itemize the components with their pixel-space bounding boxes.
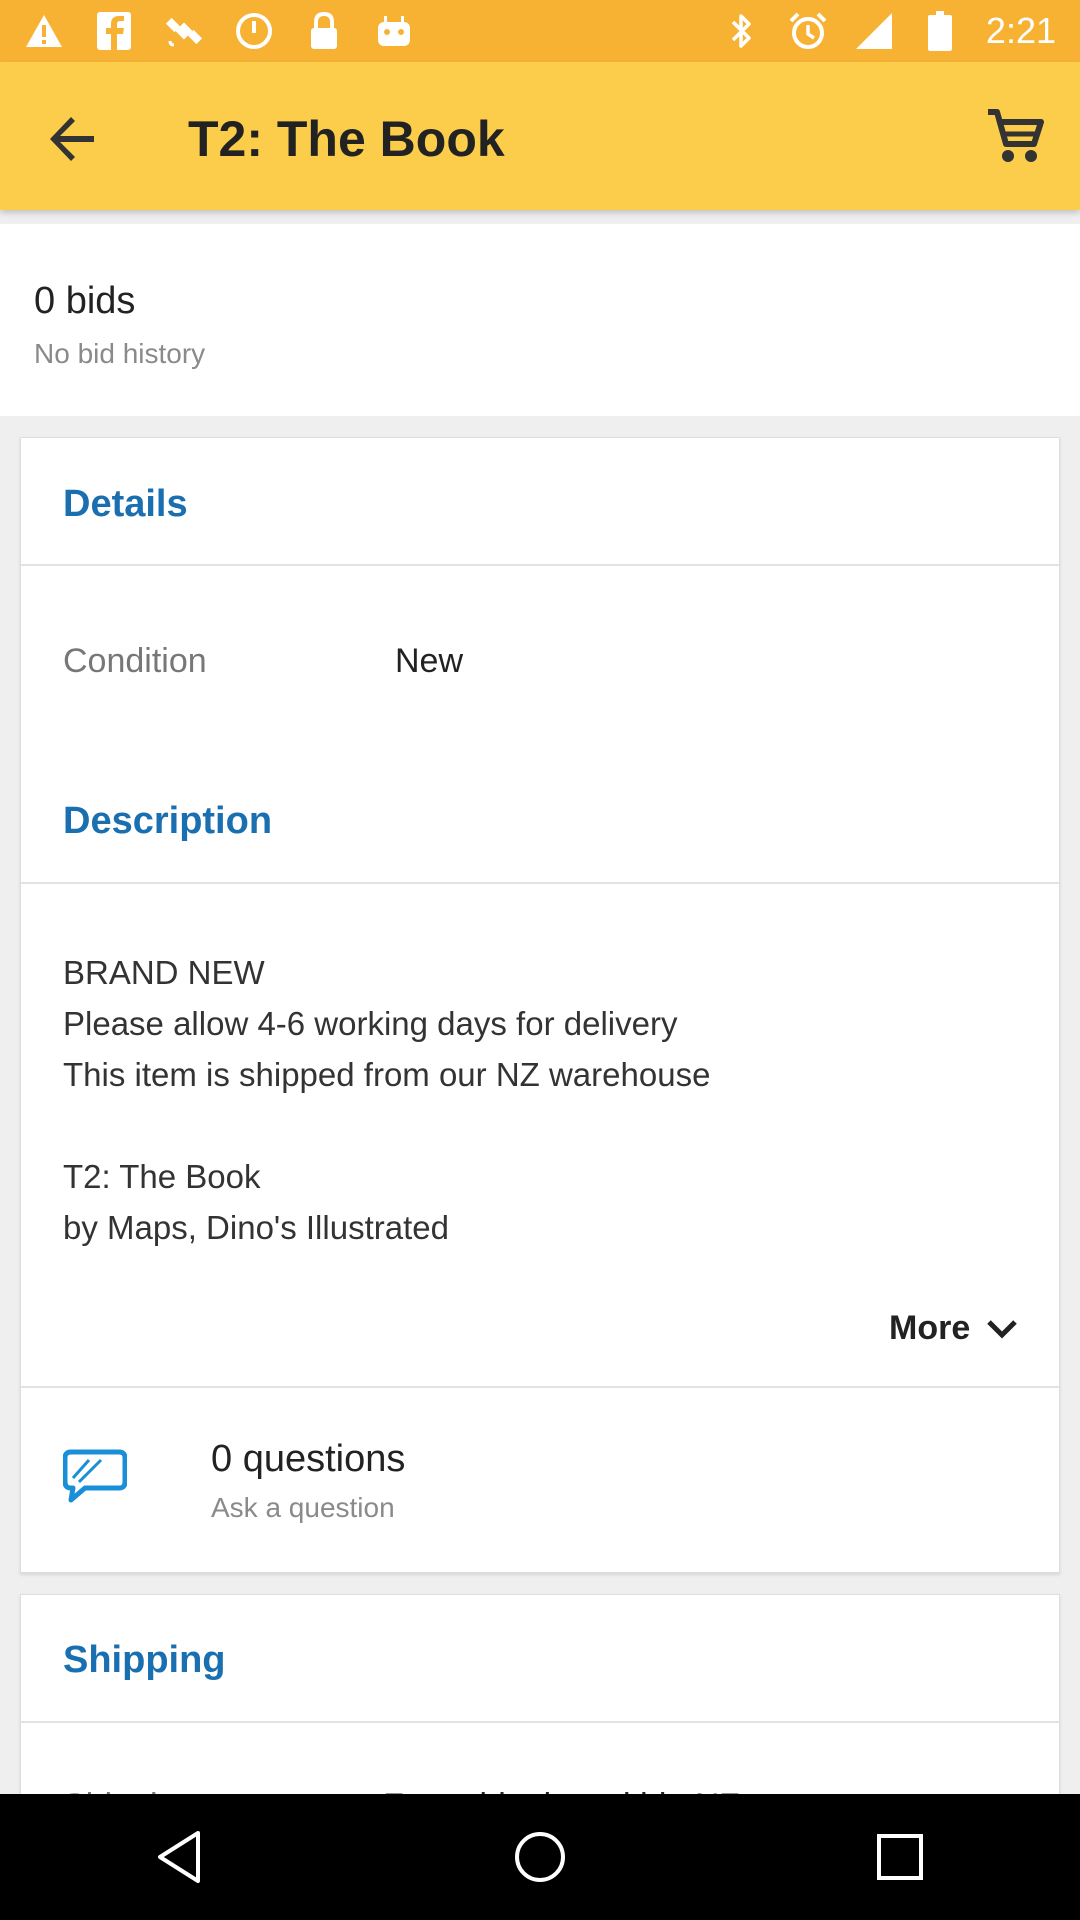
- bids-count: 0 bids: [34, 280, 136, 322]
- bluetooth-icon: [722, 11, 762, 51]
- more-label: More: [889, 1309, 971, 1347]
- divider: [21, 564, 1059, 566]
- lock-icon: [304, 11, 344, 51]
- battery-icon: [920, 11, 960, 51]
- status-system: 2:21: [722, 10, 1056, 52]
- shipping-heading: Shipping: [63, 1639, 226, 1681]
- description-heading: Description: [63, 800, 273, 842]
- status-bar: 2:21: [0, 0, 1080, 62]
- bid-history-text: No bid history: [34, 338, 206, 369]
- back-button[interactable]: [40, 106, 106, 172]
- status-time: 2:21: [985, 10, 1056, 51]
- details-card: Details Condition New Description BRAND …: [20, 437, 1060, 1573]
- questions-count: 0 questions: [211, 1438, 406, 1480]
- description-line: This item is shipped from our NZ warehou…: [63, 1056, 711, 1093]
- description-line: T2: The Book: [63, 1158, 261, 1195]
- ask-question-link[interactable]: Ask a question: [211, 1492, 395, 1524]
- chat-bubble-icon: [62, 1448, 128, 1504]
- satellite-icon: [164, 11, 204, 51]
- cart-icon: [988, 109, 1044, 162]
- nav-back-icon: [158, 1831, 200, 1883]
- facebook-icon: [94, 11, 134, 51]
- nav-back-button[interactable]: [140, 1817, 220, 1897]
- description-line: by Maps, Dino's Illustrated: [63, 1209, 449, 1246]
- description-line: BRAND NEW: [63, 954, 265, 991]
- questions-row[interactable]: [21, 1388, 1059, 1574]
- signal-icon: [854, 11, 894, 51]
- nav-home-icon: [515, 1832, 565, 1882]
- system-nav-bar: [0, 1794, 1080, 1920]
- warning-icon: [24, 11, 64, 51]
- page-title: T2: The Book: [188, 111, 505, 167]
- android-icon: [374, 11, 414, 51]
- more-button[interactable]: More: [889, 1309, 1018, 1348]
- condition-label: Condition: [63, 642, 207, 680]
- nav-home-button[interactable]: [500, 1817, 580, 1897]
- condition-value: New: [395, 642, 464, 680]
- divider: [21, 882, 1059, 884]
- nav-recents-button[interactable]: [860, 1817, 940, 1897]
- alarm-icon: [788, 11, 828, 51]
- arrow-back-icon: [50, 117, 94, 161]
- cart-button[interactable]: [980, 102, 1050, 172]
- divider: [21, 1721, 1059, 1723]
- chevron-down-icon: [987, 1319, 1018, 1339]
- bids-section[interactable]: 0 bids No bid history: [0, 224, 1080, 416]
- clock-icon: [234, 11, 274, 51]
- details-heading: Details: [63, 483, 188, 525]
- app-bar: T2: The Book: [0, 62, 1080, 210]
- nav-recents-icon: [877, 1834, 923, 1880]
- status-notifications: [24, 11, 414, 51]
- description-line: Please allow 4-6 working days for delive…: [63, 1005, 678, 1042]
